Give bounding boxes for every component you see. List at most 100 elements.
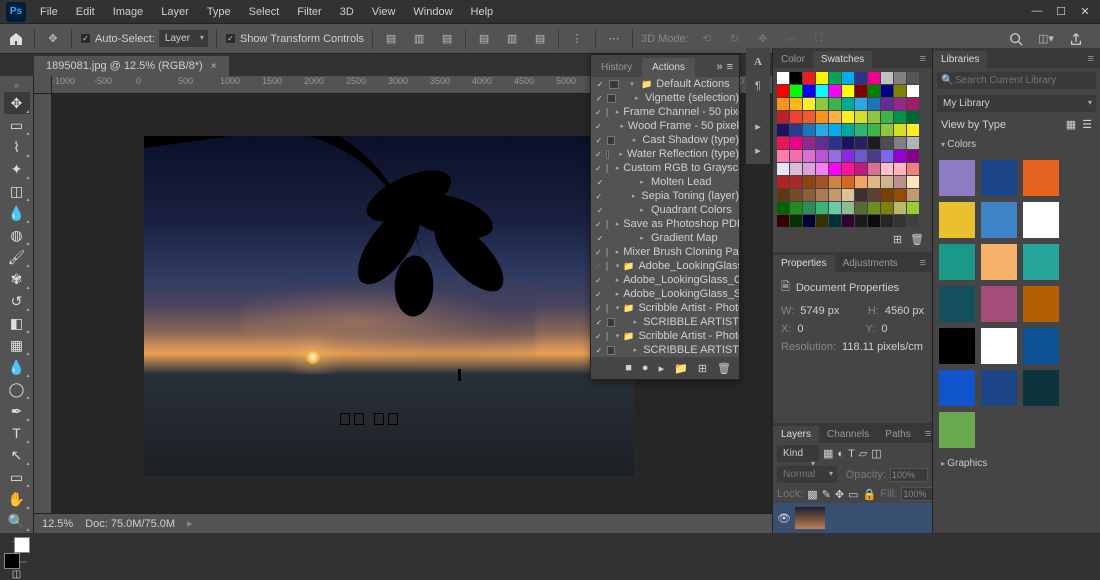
tool-blur[interactable]: 💧 <box>4 356 30 378</box>
swatch[interactable] <box>816 163 828 175</box>
library-color-swatch[interactable] <box>939 244 975 280</box>
tab-channels[interactable]: Channels <box>819 426 877 443</box>
swatch[interactable] <box>816 176 828 188</box>
swatch[interactable] <box>907 124 919 136</box>
tool-clone[interactable]: ✾ <box>4 268 30 290</box>
swatch[interactable] <box>907 215 919 227</box>
swatch[interactable] <box>868 150 880 162</box>
swatch[interactable] <box>894 124 906 136</box>
menu-select[interactable]: Select <box>241 2 288 22</box>
menu-file[interactable]: File <box>32 2 66 22</box>
swatch[interactable] <box>790 163 802 175</box>
foreground-color-icon[interactable] <box>4 553 20 569</box>
swatch[interactable] <box>777 85 789 97</box>
library-color-swatch[interactable] <box>939 370 975 406</box>
close-tab-icon[interactable]: × <box>211 61 217 72</box>
align-bottom-icon[interactable]: ▤ <box>530 29 550 49</box>
swatch[interactable] <box>855 150 867 162</box>
tool-crop[interactable]: ◫ <box>4 180 30 202</box>
action-item[interactable]: ✓▸Adobe_LookingGlass_Squ... <box>591 287 739 301</box>
library-color-swatch[interactable] <box>1023 370 1059 406</box>
library-color-swatch[interactable] <box>981 328 1017 364</box>
swatch[interactable] <box>907 163 919 175</box>
opacity-field[interactable] <box>890 468 928 482</box>
library-color-swatch[interactable] <box>939 202 975 238</box>
minimize-button[interactable]: — <box>1030 5 1044 18</box>
layer-filter-kind[interactable]: Kind <box>777 445 819 462</box>
view-by-label[interactable]: View by Type <box>941 119 1006 131</box>
swatch[interactable] <box>855 176 867 188</box>
swatch[interactable] <box>803 189 815 201</box>
libraries-menu-icon[interactable]: ≡ <box>1082 50 1100 68</box>
swatch[interactable] <box>855 124 867 136</box>
swatch[interactable] <box>790 176 802 188</box>
library-color-swatch[interactable] <box>939 328 975 364</box>
swatch[interactable] <box>816 137 828 149</box>
visibility-icon[interactable]: 👁 <box>777 512 791 525</box>
tool-brush[interactable]: 🖌 <box>4 246 30 268</box>
menu-layer[interactable]: Layer <box>153 2 197 22</box>
swatch[interactable] <box>855 189 867 201</box>
record-icon[interactable]: ● <box>642 362 649 374</box>
tool-type[interactable]: T <box>4 422 30 444</box>
swatch[interactable] <box>894 111 906 123</box>
swatch[interactable] <box>868 85 880 97</box>
tool-move[interactable]: ✥ <box>4 92 30 114</box>
action-item[interactable]: ✓▸Sepia Toning (layer) <box>591 189 739 203</box>
lock-position-icon[interactable]: ✥ <box>835 488 844 501</box>
library-color-swatch[interactable] <box>981 244 1017 280</box>
menu-view[interactable]: View <box>364 2 404 22</box>
menu-image[interactable]: Image <box>105 2 152 22</box>
swatch[interactable] <box>855 98 867 110</box>
library-color-swatch[interactable] <box>981 202 1017 238</box>
action-item[interactable]: ✓▸Frame Channel - 50 pixel <box>591 105 739 119</box>
stop-icon[interactable]: ■ <box>625 362 632 374</box>
swatch[interactable] <box>777 137 789 149</box>
zoom-level[interactable]: 12.5% <box>42 518 73 530</box>
play-icon[interactable]: ▸ <box>659 362 665 375</box>
tool-dodge[interactable]: ◯ <box>4 378 30 400</box>
swatch[interactable] <box>881 124 893 136</box>
library-color-swatch[interactable] <box>981 370 1017 406</box>
show-transform-checkbox[interactable]: ✓ <box>225 33 236 44</box>
action-item[interactable]: ✓▸Gradient Map <box>591 231 739 245</box>
paragraph-panel-icon[interactable]: ¶ <box>750 78 766 94</box>
new-set-icon[interactable]: 📁 <box>674 362 688 375</box>
action-item[interactable]: ✓▸Save as Photoshop PDF <box>591 217 739 231</box>
filter-adj-icon[interactable]: ◐ <box>837 448 844 460</box>
list-view-icon[interactable]: ☰ <box>1082 118 1092 131</box>
lock-all-icon[interactable]: 🔒 <box>863 488 877 501</box>
swatch[interactable] <box>777 202 789 214</box>
swatch[interactable] <box>907 137 919 149</box>
swatch[interactable] <box>803 111 815 123</box>
grid-view-icon[interactable]: ▦ <box>1066 118 1076 131</box>
library-color-swatch[interactable] <box>981 286 1017 322</box>
swatch[interactable] <box>842 124 854 136</box>
swatch[interactable] <box>855 163 867 175</box>
swatches-menu-icon[interactable]: ≡ <box>914 50 932 68</box>
swatch[interactable] <box>881 98 893 110</box>
action-item[interactable]: ✓▸Custom RGB to Grayscale <box>591 161 739 175</box>
action-item[interactable]: ✓▸Mixer Brush Cloning Paint ... <box>591 245 739 259</box>
swatch[interactable] <box>816 124 828 136</box>
library-color-swatch[interactable] <box>981 160 1017 196</box>
swatch[interactable] <box>894 85 906 97</box>
distribute-icon[interactable]: ⋮ <box>567 29 587 49</box>
swatch[interactable] <box>894 215 906 227</box>
swatch[interactable] <box>829 215 841 227</box>
swatch[interactable] <box>777 72 789 84</box>
home-icon[interactable] <box>6 29 26 49</box>
new-swatch-icon[interactable]: ⊞ <box>893 233 902 246</box>
swatch[interactable] <box>790 85 802 97</box>
swatch[interactable] <box>816 202 828 214</box>
document-canvas[interactable] <box>144 136 634 476</box>
tab-actions[interactable]: Actions <box>642 58 695 77</box>
swatch[interactable] <box>881 111 893 123</box>
character-panel-icon[interactable]: A <box>750 54 766 70</box>
action-item[interactable]: ✓▸Wood Frame - 50 pixel <box>591 119 739 133</box>
tool-rectangle[interactable]: ▭ <box>4 466 30 488</box>
swatch[interactable] <box>894 72 906 84</box>
swatch[interactable] <box>777 215 789 227</box>
menu-help[interactable]: Help <box>463 2 502 22</box>
action-item[interactable]: ✓▾📁Scribble Artist - Photosho... <box>591 301 739 315</box>
